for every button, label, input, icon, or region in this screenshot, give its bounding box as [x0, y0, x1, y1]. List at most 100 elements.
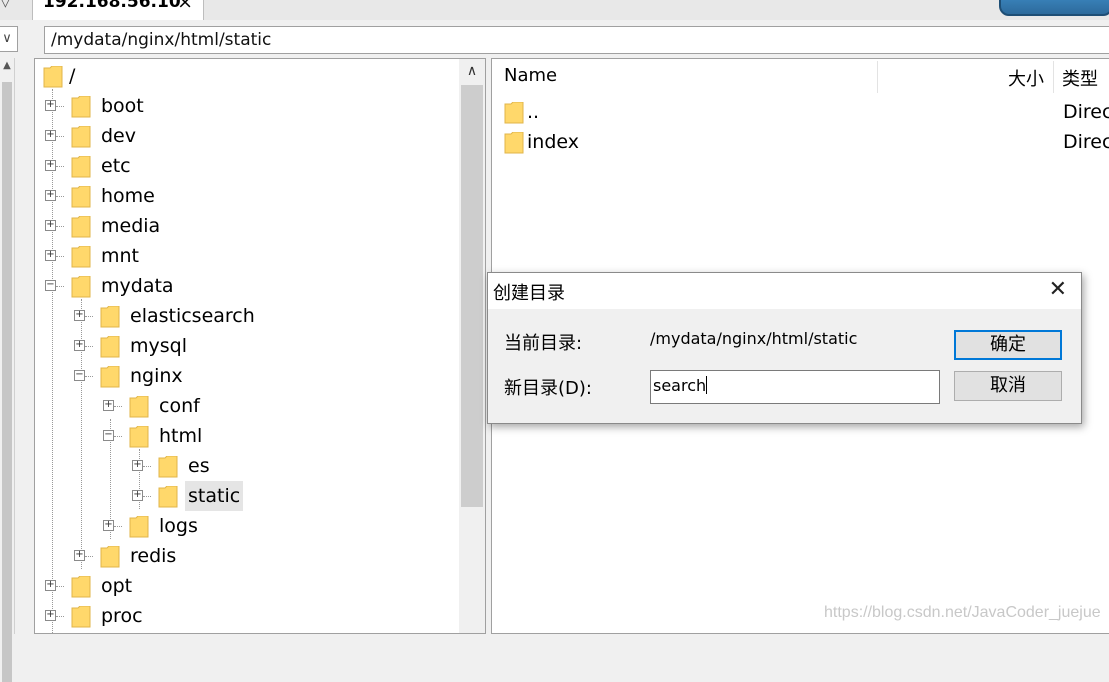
tree-guide-line — [143, 496, 151, 497]
folder-icon — [71, 246, 91, 268]
file-name: .. — [527, 101, 540, 123]
new-dir-input-value: search — [653, 376, 707, 395]
tree-guide-line — [56, 256, 64, 257]
collapse-icon[interactable]: − — [74, 370, 85, 381]
file-type: Direc — [1063, 101, 1109, 123]
tree-guide-line — [56, 196, 64, 197]
expand-icon[interactable]: + — [45, 130, 56, 141]
new-dir-input[interactable]: search — [650, 370, 940, 404]
scroll-up-icon[interactable]: ▲ — [0, 60, 14, 76]
column-header-type[interactable]: 类型 — [1062, 65, 1098, 91]
cancel-button[interactable]: 取消 — [954, 371, 1062, 401]
tree-guide-line — [56, 106, 64, 107]
tree-item-label: html — [159, 425, 203, 447]
folder-icon — [504, 102, 524, 124]
tree-item-mnt[interactable]: + mnt — [35, 241, 455, 271]
tree-item-label: opt — [101, 575, 133, 597]
expand-icon[interactable]: + — [45, 220, 56, 231]
tree-item-label: home — [101, 185, 155, 207]
file-name: index — [527, 131, 579, 153]
tab-scroll-arrow-icon[interactable]: ▽ — [0, 0, 16, 16]
tree-item-label: nginx — [130, 365, 183, 387]
folder-icon — [129, 396, 149, 418]
expand-icon[interactable]: + — [45, 250, 56, 261]
column-divider[interactable] — [877, 61, 878, 93]
scroll-up-icon[interactable]: ∧ — [459, 63, 485, 79]
expand-icon[interactable]: + — [103, 400, 114, 411]
expand-icon[interactable]: + — [74, 340, 85, 351]
expand-icon[interactable]: + — [45, 610, 56, 621]
tree-item-etc[interactable]: + etc — [35, 151, 455, 181]
tree-item-es[interactable]: + es — [35, 451, 455, 481]
tree-item-opt[interactable]: + opt — [35, 571, 455, 601]
folder-icon — [129, 426, 149, 448]
folder-icon — [71, 576, 91, 598]
tree-item-static[interactable]: + static — [35, 481, 455, 511]
column-header-size[interactable]: 大小 — [1008, 65, 1044, 91]
tree-item-label: mnt — [101, 245, 139, 267]
tree-item-proc[interactable]: + proc — [35, 601, 455, 631]
expand-icon[interactable]: + — [45, 100, 56, 111]
tree-item-mydata[interactable]: − mydata — [35, 271, 455, 301]
tree-item-conf[interactable]: + conf — [35, 391, 455, 421]
tree-item-label: / — [69, 65, 76, 87]
directory-tree: ∧ / + boot + dev + etc + home + media + mnt − mydata + e… — [34, 58, 486, 634]
tree-guide-line — [56, 586, 64, 587]
folder-icon — [71, 126, 91, 148]
folder-icon — [71, 216, 91, 238]
folder-icon — [129, 516, 149, 538]
scrollbar-thumb[interactable] — [2, 82, 12, 682]
tree-item-dev[interactable]: + dev — [35, 121, 455, 151]
dialog-title: 创建目录 — [493, 283, 565, 304]
tree-item-boot[interactable]: + boot — [35, 91, 455, 121]
list-item[interactable]: .. Direc — [492, 97, 1109, 127]
column-header-name[interactable]: Name — [504, 65, 557, 86]
folder-icon — [71, 276, 91, 298]
tree-guide-line — [114, 526, 122, 527]
expand-icon[interactable]: + — [132, 490, 143, 501]
tree-item-label: es — [188, 455, 210, 477]
tree-guide-line — [143, 466, 151, 467]
watermark: https://blog.csdn.net/JavaCoder_juejue — [824, 604, 1101, 621]
tree-guide-line — [56, 166, 64, 167]
tree-item-html[interactable]: − html — [35, 421, 455, 451]
tree-item-redis[interactable]: + redis — [35, 541, 455, 571]
tree-scrollbar[interactable]: ∧ — [459, 59, 485, 633]
session-tab-close-icon[interactable]: × — [177, 0, 193, 12]
collapse-icon[interactable]: − — [103, 430, 114, 441]
tree-item-home[interactable]: + home — [35, 181, 455, 211]
tree-item-mysql[interactable]: + mysql — [35, 331, 455, 361]
expand-icon[interactable]: + — [103, 520, 114, 531]
tree-guide-line — [56, 286, 64, 287]
expand-icon[interactable]: + — [74, 310, 85, 321]
left-pane-scrollbar[interactable]: ▲ — [0, 58, 15, 682]
file-type: Direc — [1063, 131, 1109, 153]
text-caret — [706, 376, 708, 394]
tree-item-label: static — [185, 481, 244, 511]
new-dir-label: 新目录(D): — [504, 378, 592, 399]
ok-button[interactable]: 确定 — [954, 330, 1062, 360]
tree-item-logs[interactable]: + logs — [35, 511, 455, 541]
list-item[interactable]: index Direc — [492, 127, 1109, 157]
tree-guide-line — [56, 136, 64, 137]
tree-item-nginx[interactable]: − nginx — [35, 361, 455, 391]
folder-icon — [100, 546, 120, 568]
expand-icon[interactable]: + — [45, 580, 56, 591]
tree-item-elasticsearch[interactable]: + elasticsearch — [35, 301, 455, 331]
tree-item-label: media — [101, 215, 161, 237]
expand-icon[interactable]: + — [45, 160, 56, 171]
column-divider[interactable] — [1053, 61, 1054, 93]
scrollbar-thumb[interactable] — [461, 85, 483, 507]
folder-icon — [504, 132, 524, 154]
expand-icon[interactable]: + — [132, 460, 143, 471]
path-input[interactable]: /mydata/nginx/html/static — [44, 26, 1109, 54]
tree-item-media[interactable]: + media — [35, 211, 455, 241]
close-icon[interactable]: ✕ — [1049, 277, 1067, 302]
collapse-icon[interactable]: − — [45, 280, 56, 291]
expand-icon[interactable]: + — [74, 550, 85, 561]
address-dropdown-icon[interactable]: ∨ — [0, 26, 18, 52]
expand-icon[interactable]: + — [45, 190, 56, 201]
tree-guide-line — [85, 346, 93, 347]
session-tab[interactable]: 192.168.56.10 × — [32, 0, 204, 20]
folder-icon — [100, 306, 120, 328]
